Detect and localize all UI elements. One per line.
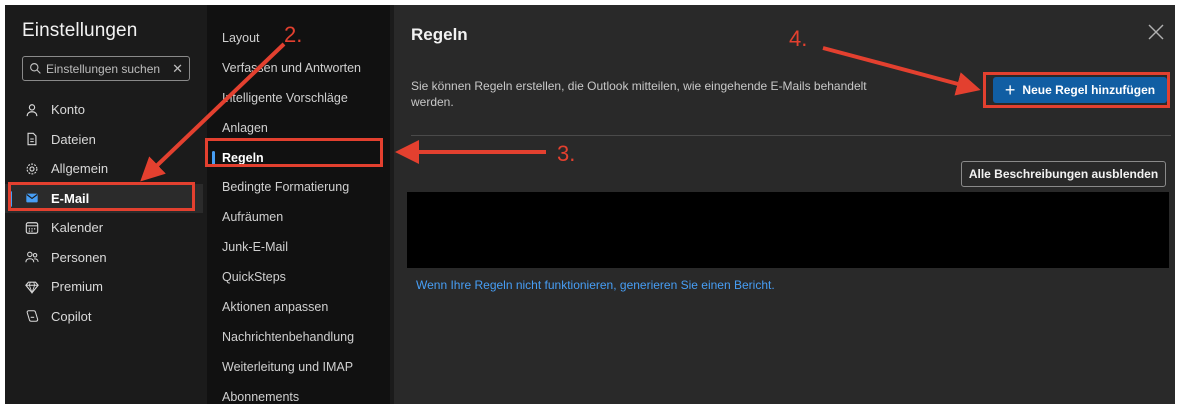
- nav-item-kalender[interactable]: Kalender: [5, 213, 203, 243]
- menu-item-weiterleitung[interactable]: Weiterleitung und IMAP: [207, 352, 390, 382]
- menu-item-nachrichtenbehandlung[interactable]: Nachrichtenbehandlung: [207, 322, 390, 352]
- clear-search-icon[interactable]: ✕: [172, 61, 183, 77]
- rules-description: Sie können Regeln erstellen, die Outlook…: [411, 79, 867, 109]
- search-icon: [30, 63, 41, 74]
- nav-item-label: Kalender: [51, 220, 104, 236]
- menu-item-regeln[interactable]: Regeln: [207, 143, 390, 173]
- nav-item-allgemein[interactable]: Allgemein: [5, 154, 203, 184]
- menu-item-aktionen[interactable]: Aktionen anpassen: [207, 292, 390, 322]
- nav-item-label: Konto: [51, 102, 85, 118]
- settings-search[interactable]: ✕: [22, 56, 190, 81]
- menu-item-vorschlaege[interactable]: Intelligente Vorschläge: [207, 83, 390, 113]
- nav-item-label: Personen: [51, 249, 107, 265]
- settings-window: Einstellungen ✕ Konto Dateien Allgemein …: [5, 5, 1175, 404]
- add-rule-button[interactable]: + Neue Regel hinzufügen: [993, 77, 1167, 103]
- menu-item-quicksteps[interactable]: QuickSteps: [207, 262, 390, 292]
- menu-item-junk[interactable]: Junk-E-Mail: [207, 232, 390, 262]
- settings-nav: Konto Dateien Allgemein E-Mail Kalender …: [5, 95, 203, 331]
- diamond-icon: [25, 281, 39, 294]
- nav-item-dateien[interactable]: Dateien: [5, 125, 203, 155]
- nav-item-email[interactable]: E-Mail: [5, 183, 203, 213]
- menu-item-verfassen[interactable]: Verfassen und Antworten: [207, 53, 390, 83]
- calendar-icon: [25, 221, 39, 234]
- search-input[interactable]: [46, 61, 169, 76]
- report-link[interactable]: Wenn Ihre Regeln nicht funktionieren, ge…: [416, 278, 775, 292]
- rules-list-redacted: [407, 192, 1169, 268]
- copilot-icon: [26, 310, 39, 323]
- person-icon: [26, 103, 38, 116]
- divider: [411, 135, 1171, 136]
- settings-title: Einstellungen: [22, 20, 138, 41]
- rules-panel: Regeln Sie können Regeln erstellen, die …: [394, 5, 1175, 404]
- settings-sidebar: Einstellungen ✕ Konto Dateien Allgemein …: [5, 5, 203, 404]
- nav-item-copilot[interactable]: Copilot: [5, 302, 203, 332]
- mail-settings-menu: Layout Verfassen und Antworten Intellige…: [207, 5, 390, 404]
- step-4-label: 4.: [789, 26, 808, 51]
- people-icon: [25, 251, 39, 263]
- gear-icon: [26, 163, 38, 175]
- mail-icon: [26, 193, 38, 203]
- nav-item-label: Copilot: [51, 308, 92, 324]
- nav-item-premium[interactable]: Premium: [5, 272, 203, 302]
- document-icon: [27, 132, 37, 146]
- menu-item-anlagen[interactable]: Anlagen: [207, 113, 390, 143]
- nav-item-label: Premium: [51, 279, 104, 295]
- nav-item-personen[interactable]: Personen: [5, 243, 203, 273]
- step-3-label: 3.: [557, 141, 576, 166]
- nav-item-konto[interactable]: Konto: [5, 95, 203, 125]
- menu-item-aufraeumen[interactable]: Aufräumen: [207, 202, 390, 232]
- close-icon[interactable]: [1146, 22, 1166, 42]
- menu-item-abonnements[interactable]: Abonnements: [207, 382, 390, 404]
- menu-item-bedingte-formatierung[interactable]: Bedingte Formatierung: [207, 172, 390, 202]
- plus-icon: +: [1004, 80, 1016, 100]
- step-2-label: 2.: [284, 22, 303, 47]
- hide-descriptions-button[interactable]: Alle Beschreibungen ausblenden: [961, 161, 1166, 187]
- add-rule-label: Neue Regel hinzufügen: [1022, 83, 1156, 97]
- panel-title: Regeln: [411, 25, 468, 44]
- nav-item-label: E-Mail: [51, 190, 90, 206]
- nav-item-label: Allgemein: [51, 161, 109, 177]
- nav-item-label: Dateien: [51, 131, 96, 147]
